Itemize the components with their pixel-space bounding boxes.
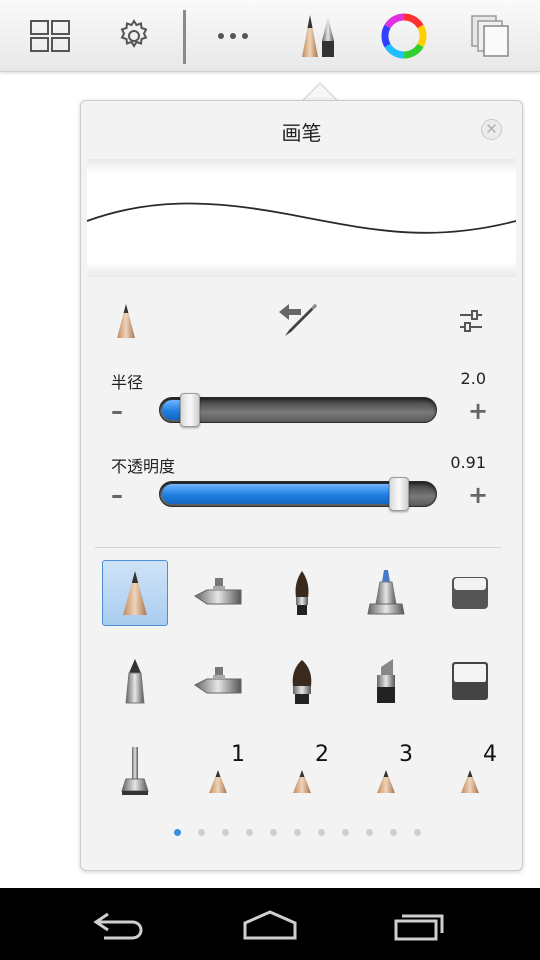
- back-button[interactable]: [80, 902, 160, 948]
- brush-pencil[interactable]: [102, 560, 168, 626]
- brush-properties-button[interactable]: [458, 308, 484, 338]
- opacity-value: 0.91: [450, 453, 486, 472]
- home-button[interactable]: [230, 902, 310, 948]
- top-toolbar: [0, 0, 540, 72]
- brush-chisel-marker[interactable]: [353, 649, 419, 715]
- brushes-icon: [302, 15, 334, 57]
- brush-custom-slot-2[interactable]: 2: [269, 738, 335, 804]
- more-dots-icon: [218, 33, 248, 39]
- radius-label: 半径: [111, 373, 144, 392]
- brush-custom-slot-1[interactable]: 1: [185, 738, 251, 804]
- pencil-tip-icon: [377, 770, 395, 793]
- chisel-marker-icon: [377, 659, 395, 703]
- pencil-tip-icon: [461, 770, 479, 793]
- current-brush-icon[interactable]: [115, 303, 137, 343]
- brushes-button[interactable]: [277, 0, 361, 72]
- home-icon: [243, 910, 297, 940]
- page-dot[interactable]: [390, 829, 397, 836]
- page-dot[interactable]: [198, 829, 205, 836]
- radius-increase-button[interactable]: +: [468, 397, 488, 425]
- more-button[interactable]: [193, 0, 277, 72]
- flat-brush-icon: [292, 660, 312, 704]
- opacity-increase-button[interactable]: +: [468, 481, 488, 509]
- swap-brush-button[interactable]: [275, 300, 319, 344]
- sliders-icon: [460, 310, 482, 332]
- radius-slider[interactable]: [159, 393, 437, 427]
- brush-paint-brush-2[interactable]: [269, 649, 335, 715]
- brush-airbrush[interactable]: [185, 560, 251, 626]
- pencil-tip-icon: [209, 770, 227, 793]
- page-dot[interactable]: [270, 829, 277, 836]
- radius-value: 2.0: [460, 369, 486, 388]
- opacity-slider[interactable]: [159, 477, 437, 511]
- brush-custom-slot-3[interactable]: 3: [353, 738, 419, 804]
- brush-paint-brush[interactable]: [269, 560, 335, 626]
- brush-eraser-hard[interactable]: [437, 649, 503, 715]
- page-dot[interactable]: [414, 829, 421, 836]
- airbrush-icon: [194, 578, 242, 605]
- stroke-preview: [86, 159, 517, 277]
- swap-pen-icon: [279, 304, 317, 336]
- page-dot[interactable]: [174, 829, 181, 836]
- layers-icon: [471, 15, 509, 57]
- slot-number: 4: [483, 742, 497, 767]
- marker-icon: [367, 570, 405, 615]
- gallery-grid-button[interactable]: [8, 0, 92, 72]
- back-icon: [93, 912, 143, 940]
- divider: [95, 547, 501, 548]
- toolbar-separator: [183, 10, 186, 64]
- grid-icon: [30, 20, 70, 52]
- airbrush-icon: [194, 667, 242, 694]
- brush-marker[interactable]: [353, 560, 419, 626]
- color-wheel-icon: [381, 13, 427, 59]
- radius-slider-thumb[interactable]: [180, 393, 200, 427]
- opacity-slider-fill: [162, 484, 401, 504]
- slot-number: 1: [231, 742, 245, 767]
- brush-custom-slot-4[interactable]: 4: [437, 738, 503, 804]
- page-dot[interactable]: [366, 829, 373, 836]
- eraser-icon: [452, 577, 488, 609]
- close-icon[interactable]: ✕: [481, 119, 502, 140]
- layers-button[interactable]: [448, 0, 532, 72]
- paint-brush-icon: [295, 571, 309, 615]
- recent-apps-button[interactable]: [380, 902, 460, 948]
- opacity-decrease-button[interactable]: –: [111, 481, 123, 509]
- page-dot[interactable]: [246, 829, 253, 836]
- brush-airbrush-2[interactable]: [185, 649, 251, 715]
- page-dot[interactable]: [318, 829, 325, 836]
- opacity-slider-thumb[interactable]: [389, 477, 409, 511]
- stroke-preview-curve: [86, 202, 517, 234]
- page-dot[interactable]: [294, 829, 301, 836]
- pencil-icon: [117, 304, 135, 338]
- radius-decrease-button[interactable]: –: [111, 397, 123, 425]
- brush-smudge-stamp[interactable]: [102, 738, 168, 804]
- color-wheel-button[interactable]: [362, 0, 446, 72]
- brush-ballpoint-pen[interactable]: [102, 649, 168, 715]
- brush-panel: 画笔 ✕ 半径 2.0 – + 不透明度 0.91 – + 1 2 3 4: [80, 100, 523, 871]
- page-dot[interactable]: [342, 829, 349, 836]
- page-dot[interactable]: [222, 829, 229, 836]
- panel-title: 画笔: [281, 121, 322, 145]
- settings-button[interactable]: [92, 0, 176, 72]
- pencil-tip-icon: [293, 770, 311, 793]
- pencil-icon: [123, 571, 147, 615]
- stamp-icon: [121, 747, 149, 795]
- opacity-label: 不透明度: [111, 457, 176, 476]
- gear-icon: [120, 19, 148, 48]
- brush-eraser[interactable]: [437, 560, 503, 626]
- slot-number: 2: [315, 742, 329, 767]
- eraser-icon: [452, 662, 488, 700]
- ballpoint-pen-icon: [125, 659, 145, 704]
- recent-apps-icon: [394, 914, 444, 941]
- system-nav-bar: [0, 888, 540, 960]
- slot-number: 3: [399, 742, 413, 767]
